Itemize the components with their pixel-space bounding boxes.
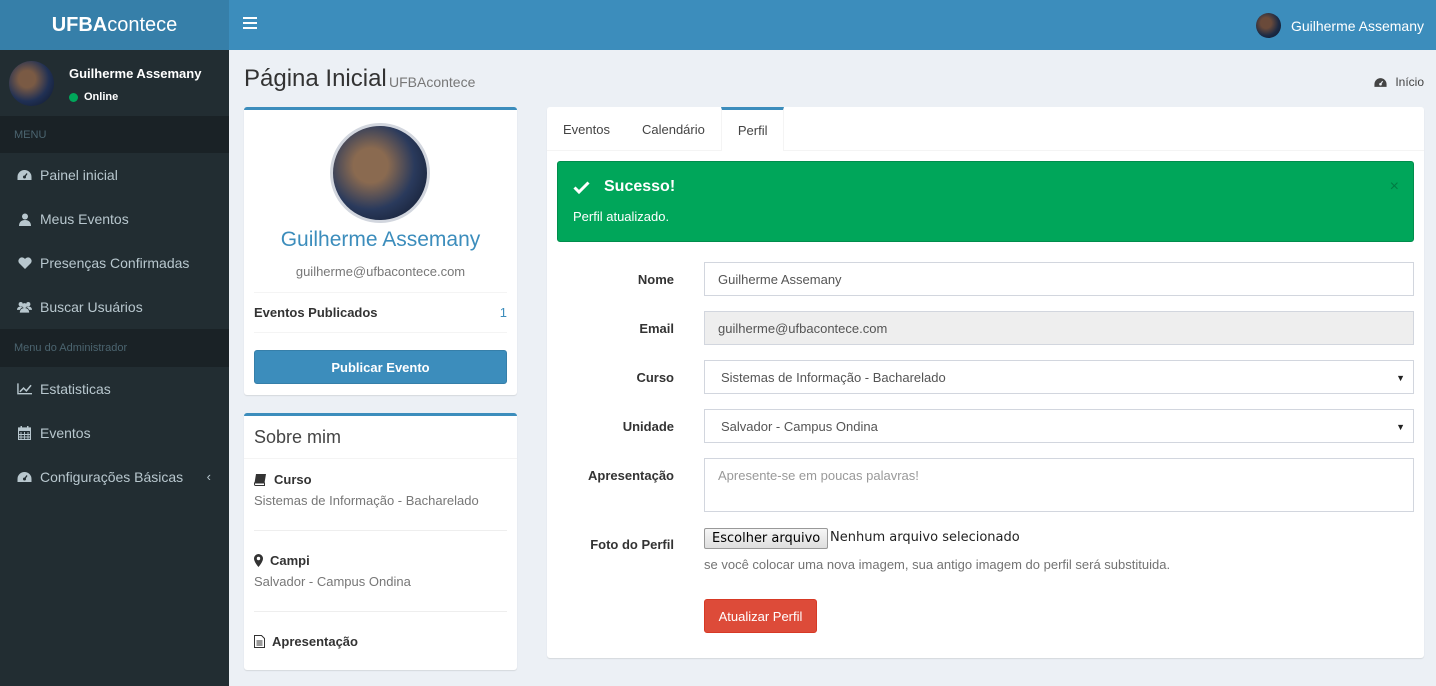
sidebar-item-presencas[interactable]: Presenças Confirmadas — [0, 241, 229, 285]
apresentacao-textarea[interactable]: Apresente-se em poucas palavras! — [704, 458, 1414, 512]
tabs-panel: Eventos Calendário Perfil Sucesso! Perfi… — [547, 107, 1424, 658]
close-icon[interactable]: × — [1390, 178, 1399, 196]
sidebar-item-label: Buscar Usuários — [40, 299, 143, 315]
divider — [254, 611, 507, 612]
online-dot-icon — [69, 92, 78, 102]
heart-icon — [17, 256, 32, 271]
sidebar-item-eventos[interactable]: Eventos — [0, 411, 229, 455]
dashboard-icon — [17, 470, 32, 485]
dashboard-icon — [17, 168, 32, 183]
sidebar-item-label: Eventos — [40, 425, 91, 441]
about-box: Sobre mim Curso Sistemas de Informação -… — [244, 413, 517, 670]
status-text: Online — [84, 91, 119, 103]
top-navbar: Guilherme Assemany — [229, 0, 1436, 50]
publish-event-button[interactable]: Publicar Evento — [254, 350, 507, 384]
sidebar-menu-header: MENU — [0, 116, 229, 153]
profile-box: Guilherme Assemany guilherme@ufbacontece… — [244, 107, 517, 395]
about-campi-label: Campi — [270, 553, 310, 568]
curso-selected-value: Sistemas de Informação - Bacharelado — [721, 369, 946, 385]
sidebar-item-label: Meus Eventos — [40, 211, 129, 227]
foto-label: Foto do Perfil — [590, 537, 674, 552]
email-label: Email — [639, 321, 674, 336]
sidebar-item-painel-inicial[interactable]: Painel inicial — [0, 153, 229, 197]
apresentacao-label: Apresentação — [588, 468, 674, 483]
page-title: Página Inicial — [244, 65, 387, 92]
check-icon — [573, 180, 590, 194]
users-icon — [17, 300, 32, 315]
page-subtitle: UFBAcontece — [389, 74, 476, 90]
dropdown-arrow-icon: ▼ — [1396, 422, 1405, 432]
file-text-icon — [254, 635, 265, 648]
breadcrumb[interactable]: Início — [1374, 75, 1424, 89]
sidebar-item-meus-eventos[interactable]: Meus Eventos — [0, 197, 229, 241]
choose-file-button[interactable]: Escolher arquivo — [704, 528, 829, 549]
profile-name: Guilherme Assemany — [280, 228, 481, 251]
nome-field[interactable]: Guilherme Assemany — [704, 262, 1414, 296]
about-curso-value: Sistemas de Informação - Bacharelado — [254, 493, 479, 508]
avatar — [1255, 13, 1281, 38]
stat-value[interactable]: 1 — [500, 305, 507, 320]
avatar — [330, 123, 430, 223]
logo-light-text: contece — [107, 13, 178, 36]
unidade-label: Unidade — [622, 419, 674, 434]
sidebar: Guilherme Assemany Online MENU Painel in… — [0, 50, 229, 686]
tab-eventos[interactable]: Eventos — [547, 107, 626, 151]
profile-email: guilherme@ufbacontece.com — [295, 264, 466, 279]
sidebar-item-label: Estatisticas — [40, 381, 111, 397]
sidebar-item-estatisticas[interactable]: Estatisticas — [0, 367, 229, 411]
sidebar-item-configuracoes[interactable]: Configurações Básicas ‹ — [0, 455, 229, 499]
nome-label: Nome — [637, 272, 674, 287]
unidade-selected-value: Salvador - Campus Ondina — [721, 418, 878, 434]
sidebar-item-label: Presenças Confirmadas — [40, 255, 190, 271]
about-curso: Curso Sistemas de Informação - Bacharela… — [254, 472, 507, 508]
about-apresentacao-label: Apresentação — [272, 634, 358, 649]
breadcrumb-home[interactable]: Início — [1395, 75, 1424, 89]
sidebar-user-name: Guilherme Assemany — [69, 66, 202, 81]
about-apresentacao: Apresentação — [254, 634, 507, 649]
status-badge: Online — [69, 91, 118, 103]
foto-help-text: se você colocar uma nova imagem, sua ant… — [704, 557, 1171, 572]
tab-perfil[interactable]: Perfil — [720, 107, 785, 151]
curso-select[interactable]: Sistemas de Informação - Bacharelado ▼ — [704, 360, 1414, 394]
unidade-select[interactable]: Salvador - Campus Ondina ▼ — [704, 409, 1414, 443]
sidebar-item-label: Configurações Básicas — [40, 469, 184, 485]
sidebar-admin-header: Menu do Administrador — [0, 329, 229, 367]
alert-title: Sucesso! — [604, 178, 676, 195]
dropdown-arrow-icon: ▼ — [1396, 373, 1405, 383]
top-user-name: Guilherme Assemany — [1290, 17, 1424, 34]
line-chart-icon — [17, 382, 32, 397]
dashboard-icon — [1374, 77, 1387, 87]
calendar-icon — [17, 426, 32, 441]
update-profile-button[interactable]: Atualizar Perfil — [704, 599, 817, 633]
about-campi: Campi Salvador - Campus Ondina — [254, 553, 507, 589]
sidebar-item-buscar-usuarios[interactable]: Buscar Usuários — [0, 285, 229, 329]
stat-label: Eventos Publicados — [254, 305, 378, 320]
about-curso-label: Curso — [274, 472, 312, 487]
tab-calendario[interactable]: Calendário — [626, 107, 721, 151]
map-marker-icon — [254, 554, 263, 567]
avatar — [9, 61, 54, 106]
user-icon — [17, 212, 32, 227]
top-user-menu[interactable]: Guilherme Assemany — [1255, 13, 1424, 38]
tab-bar: Eventos Calendário Perfil — [547, 107, 1424, 151]
about-title: Sobre mim — [244, 416, 517, 459]
sidebar-item-label: Painel inicial — [40, 167, 118, 183]
book-icon — [254, 473, 267, 486]
alert-message: Perfil atualizado. — [573, 209, 670, 224]
divider — [254, 530, 507, 531]
about-campi-value: Salvador - Campus Ondina — [254, 574, 411, 589]
chevron-left-icon[interactable]: ‹ — [207, 469, 211, 484]
user-panel: Guilherme Assemany Online — [0, 50, 229, 116]
logo-bold-text: UFBA — [51, 13, 108, 36]
success-alert: Sucesso! Perfil atualizado. × — [557, 161, 1414, 242]
curso-label: Curso — [636, 370, 674, 385]
file-status: Nenhum arquivo selecionado — [830, 530, 1020, 545]
app-logo[interactable]: UFBA contece — [0, 0, 229, 50]
email-field: guilherme@ufbacontece.com — [704, 311, 1414, 345]
stat-eventos-publicados: Eventos Publicados 1 — [254, 292, 507, 333]
sidebar-toggle-icon[interactable] — [243, 17, 257, 29]
